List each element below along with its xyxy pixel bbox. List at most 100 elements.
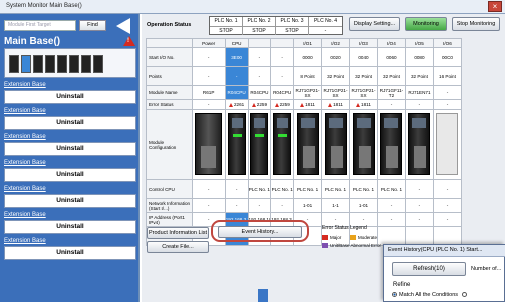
stop-monitoring-button[interactable]: Stop Monitoring [452,17,500,31]
table-cell: RJ71GP21-SX [293,85,323,100]
find-button[interactable]: Find [79,20,106,31]
mini-module [69,55,79,73]
extension-base-link[interactable]: Extension Base [4,186,46,194]
table-cell: - [432,198,463,213]
extension-base-uninstalled[interactable]: Uninstall [4,246,136,260]
dialog-title: Event History(CPU (PLC No. 1) Start... [384,245,505,257]
table-cell: - [432,212,463,227]
extension-base-link[interactable]: Extension Base [4,82,46,90]
radio-icon[interactable] [392,292,397,298]
extension-base-link[interactable]: Extension Base [4,108,46,116]
cpu-module-image [250,113,269,175]
table-cell: PLC No. 1 [349,179,378,199]
table-cell: 2259 [270,99,295,110]
module-slot[interactable] [293,109,323,180]
table-cell: 0080 [404,47,434,67]
drag-handle-icon [258,289,268,302]
extension-base-uninstalled[interactable]: Uninstall [4,90,136,104]
extension-base-uninstalled[interactable]: Uninstall [4,168,136,182]
module-slot[interactable] [247,109,272,180]
table-cell: - [191,198,226,213]
plc-name: PLC No. 4 [313,18,338,24]
column-header: I/O4 [376,38,406,48]
table-row-module-name: Module Name R61P R04CPU R04CPU R04CPU RJ… [146,85,463,100]
module-slot[interactable] [270,109,295,180]
table-cell: - [191,66,226,86]
row-label: Points [146,66,193,86]
extension-base-uninstalled[interactable]: Uninstall [4,116,136,130]
product-info-list-button[interactable]: Product Information List [147,227,209,239]
match-all-label: Match All the Conditions [399,292,459,298]
display-setting-button[interactable]: Display Setting... [349,17,400,31]
module-search-input[interactable]: Module First Target [4,20,76,31]
extension-base-uninstalled[interactable]: Uninstall [4,194,136,208]
radio-icon[interactable] [462,292,468,298]
extension-base-link[interactable]: Extension Base [4,212,46,220]
table-cell: 1811 [293,99,323,110]
table-cell: RJ71GP21-SX [349,85,378,100]
mini-module [45,55,55,73]
module-display [412,118,427,128]
column-header: Power [191,38,226,48]
operation-status-label: Operation Status [147,22,192,28]
corner-cell [146,38,193,48]
status-led [255,134,265,137]
table-row-error-status: Error Status - 2261 2259 2259 1811 1811 … [146,99,463,110]
module-slot[interactable] [432,109,463,180]
table-cell: 32 Point [404,66,434,86]
table-cell: 1-1 [321,198,351,213]
table-cell: 0000 [293,47,323,67]
main-base-thumbnail[interactable] [4,48,136,78]
table-cell: - [224,66,249,86]
row-label: Start I/O No. [146,47,193,67]
module-slot[interactable] [224,109,249,180]
table-cell: RJ71EN71 [404,85,434,100]
module-slot[interactable] [349,109,378,180]
table-cell: PLC No. 1 [321,179,351,199]
table-cell: - [224,179,249,199]
main-base-title[interactable]: Main Base() [4,36,136,48]
extension-base-uninstalled[interactable]: Uninstall [4,220,136,234]
collapse-arrow-icon[interactable] [116,18,130,34]
connector [201,146,217,168]
mini-module [93,55,103,73]
match-all-option[interactable]: Match All the Conditions [392,292,469,298]
error-icon [300,102,305,107]
monitoring-button[interactable]: Monitoring [405,17,447,31]
table-cell [404,226,434,246]
extension-base-link[interactable]: Extension Base [4,238,46,246]
table-row-points: Points - - - - 8 Point 32 Point 32 Point… [146,66,463,86]
close-icon[interactable]: × [488,1,502,12]
table-cell: PLC No. 1 [270,179,295,199]
extension-base-uninstalled[interactable]: Uninstall [4,142,136,156]
extension-base-link[interactable]: Extension Base [4,134,46,142]
error-code: 1811 [305,102,315,107]
table-cell: 2259 [247,99,272,110]
io-module-image [380,113,403,175]
table-cell: RJ71GP21-SX [321,85,351,100]
cpu-module-image [273,113,292,175]
module-slot[interactable] [321,109,351,180]
column-header: I/O3 [349,38,378,48]
row-label: Network Information (Start I/...) [146,198,193,213]
table-cell: - [270,66,295,86]
column-header: I/O2 [321,38,351,48]
empty-slot-image [436,113,459,175]
module-slot[interactable] [404,109,434,180]
title-bar: System Monitor Main Base() × [0,0,505,14]
legend-major: Major [330,235,342,240]
module-slot[interactable] [191,109,226,180]
major-swatch [322,235,328,240]
error-icon [328,102,333,107]
create-file-button[interactable]: Create File... [147,241,209,253]
error-code: 2259 [279,102,290,107]
table-cell: - [404,99,434,110]
refresh-button[interactable]: Refresh(10) [392,262,466,276]
extension-base-link[interactable]: Extension Base [4,160,46,168]
number-label: Number of... [471,266,502,272]
moderate-swatch [350,235,356,240]
module-slot[interactable] [376,109,406,180]
error-icon [251,102,256,107]
plc-name: PLC No. 3 [276,17,309,26]
event-history-button[interactable]: Event History... [218,226,302,238]
